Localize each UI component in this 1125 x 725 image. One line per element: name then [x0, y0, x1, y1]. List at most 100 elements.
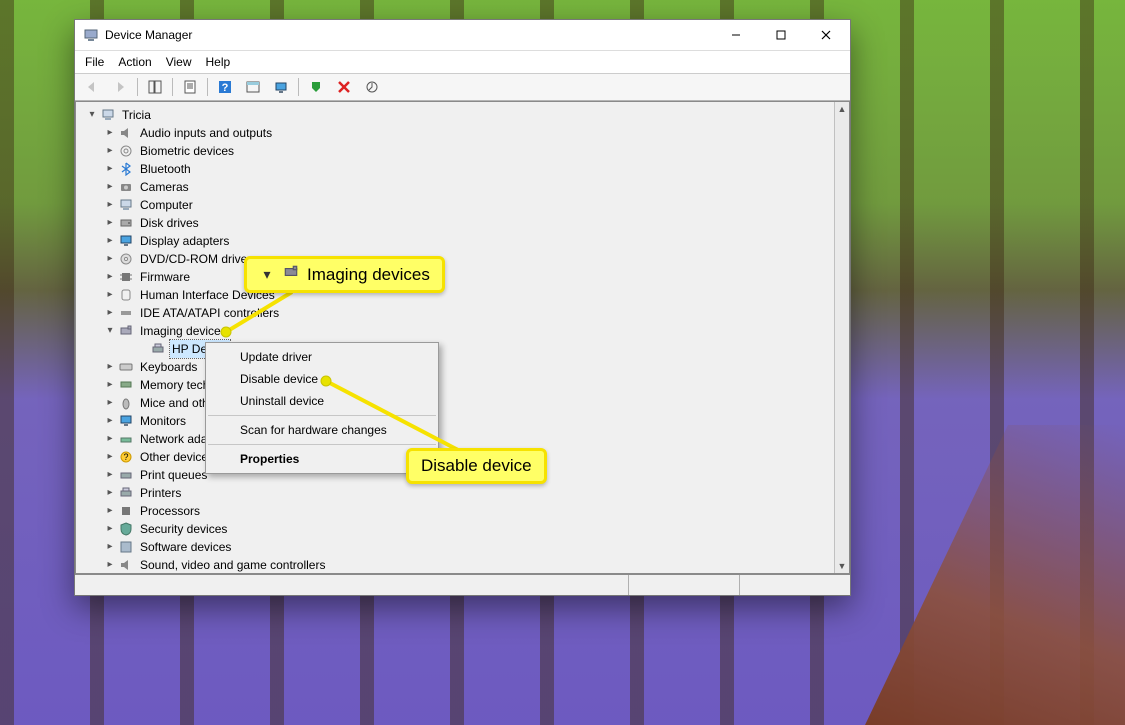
tree-category[interactable]: ▸Keyboards — [82, 358, 835, 376]
chevron-right-icon[interactable]: ▸ — [104, 523, 116, 535]
chevron-right-icon[interactable]: ▸ — [104, 253, 116, 265]
update-driver-button[interactable] — [359, 75, 385, 99]
chevron-right-icon[interactable]: ▸ — [104, 415, 116, 427]
tree-category[interactable]: ▸ Sound, video and game controllers — [82, 556, 835, 573]
chevron-right-icon[interactable]: ▸ — [104, 541, 116, 553]
tree-category[interactable]: ▸DVD/CD-ROM drive — [82, 250, 835, 268]
forward-button[interactable] — [107, 75, 133, 99]
tree-item-label: Monitors — [138, 412, 188, 430]
tree-category[interactable]: ▸Firmware — [82, 268, 835, 286]
chevron-right-icon[interactable]: ▸ — [104, 451, 116, 463]
vertical-scrollbar[interactable]: ▲ ▼ — [834, 102, 849, 573]
chevron-right-icon[interactable]: ▸ — [104, 127, 116, 139]
chevron-right-icon[interactable]: ▸ — [104, 163, 116, 175]
chevron-right-icon[interactable]: ▸ — [104, 361, 116, 373]
cm-label: Scan for hardware changes — [240, 423, 387, 437]
annotation-callout-disable: Disable device — [406, 448, 547, 484]
chevron-right-icon[interactable]: ▸ — [104, 199, 116, 211]
svg-text:?: ? — [123, 452, 128, 462]
chevron-down-icon[interactable]: ▾ — [104, 325, 116, 337]
cm-label: Uninstall device — [240, 394, 324, 408]
tree-category[interactable]: ▸ Mice and oth — [82, 394, 835, 412]
tree-category[interactable]: ▸Security devices — [82, 520, 835, 538]
chevron-down-icon[interactable]: ▾ — [86, 109, 98, 121]
tree-category-imaging[interactable]: ▾Imaging devices — [82, 322, 835, 340]
tree-category[interactable]: ▸Disk drives — [82, 214, 835, 232]
tree-category[interactable]: ▸Processors — [82, 502, 835, 520]
tree-category[interactable]: ▸Display adapters — [82, 232, 835, 250]
chevron-right-icon[interactable]: ▸ — [104, 289, 116, 301]
titlebar[interactable]: Device Manager — [75, 20, 850, 51]
device-tree[interactable]: ▾ Tricia ▸Audio inputs and outputs ▸ Biom… — [76, 102, 835, 573]
chevron-right-icon[interactable]: ▸ — [104, 487, 116, 499]
chevron-right-icon[interactable]: ▸ — [104, 235, 116, 247]
cm-properties[interactable]: Properties — [206, 448, 438, 470]
annotation-callout-imaging: ▾ Imaging devices — [244, 256, 445, 293]
cm-label: Update driver — [240, 350, 312, 364]
printer-icon — [118, 485, 134, 501]
cm-label: Properties — [240, 452, 299, 466]
computer-icon — [100, 107, 116, 123]
tree-category[interactable]: ▸Bluetooth — [82, 160, 835, 178]
tree-category[interactable]: ▸ Biometric devices — [82, 142, 835, 160]
scroll-up-icon[interactable]: ▲ — [835, 102, 849, 116]
network-icon — [118, 431, 134, 447]
cm-disable-device[interactable]: Disable device — [206, 368, 438, 390]
cm-scan-hardware[interactable]: Scan for hardware changes — [206, 419, 438, 441]
chevron-right-icon[interactable]: ▸ — [104, 559, 116, 571]
tree-item-label: Memory tech — [138, 376, 211, 394]
menu-view[interactable]: View — [166, 55, 192, 69]
hid-icon — [118, 287, 134, 303]
scroll-down-icon[interactable]: ▼ — [835, 559, 849, 573]
back-button[interactable] — [79, 75, 105, 99]
tree-category[interactable]: ▸Human Interface Devices — [82, 286, 835, 304]
tree-category[interactable]: ▸Cameras — [82, 178, 835, 196]
chevron-right-icon[interactable]: ▸ — [104, 379, 116, 391]
chevron-right-icon[interactable]: ▸ — [104, 433, 116, 445]
tree-category[interactable]: ▸ Software devices — [82, 538, 835, 556]
chevron-right-icon[interactable]: ▸ — [104, 397, 116, 409]
tree-category[interactable]: ▸ Memory tech — [82, 376, 835, 394]
properties-button[interactable] — [177, 75, 203, 99]
enable-device-button[interactable] — [303, 75, 329, 99]
disable-device-button[interactable] — [331, 75, 357, 99]
tree-category[interactable]: ▸Network adap — [82, 430, 835, 448]
scan-hardware-button[interactable] — [268, 75, 294, 99]
tree-item-label: Sound, video and game controllers — [138, 556, 327, 573]
tree-category[interactable]: ▸Audio inputs and outputs — [82, 124, 835, 142]
cm-uninstall-device[interactable]: Uninstall device — [206, 390, 438, 412]
tree-category[interactable]: ▸Printers — [82, 484, 835, 502]
memory-icon — [118, 377, 134, 393]
chevron-right-icon[interactable]: ▸ — [104, 307, 116, 319]
camera-icon — [118, 179, 134, 195]
tree-item-label: Software devices — [138, 538, 233, 556]
maximize-button[interactable] — [758, 21, 803, 50]
toolbar-icon[interactable] — [240, 75, 266, 99]
cm-label: Disable device — [240, 372, 318, 386]
menu-help[interactable]: Help — [206, 55, 231, 69]
minimize-button[interactable] — [713, 21, 758, 50]
chevron-right-icon[interactable]: ▸ — [104, 145, 116, 157]
tree-category[interactable]: ▸Computer — [82, 196, 835, 214]
chevron-right-icon[interactable]: ▸ — [104, 181, 116, 193]
tree-category[interactable]: ▸ Monitors — [82, 412, 835, 430]
bluetooth-icon — [118, 161, 134, 177]
tree-category[interactable]: ▸IDE ATA/ATAPI controllers — [82, 304, 835, 322]
chevron-right-icon[interactable]: ▸ — [104, 271, 116, 283]
show-hide-tree-button[interactable] — [142, 75, 168, 99]
cm-update-driver[interactable]: Update driver — [206, 346, 438, 368]
menu-action[interactable]: Action — [118, 55, 151, 69]
tree-item-label: Mice and oth — [138, 394, 211, 412]
chevron-right-icon[interactable]: ▸ — [104, 217, 116, 229]
close-button[interactable] — [803, 21, 848, 50]
help-button[interactable]: ? — [212, 75, 238, 99]
mouse-icon — [118, 395, 134, 411]
window-title: Device Manager — [105, 28, 713, 42]
tree-root[interactable]: ▾ Tricia — [82, 106, 835, 124]
chevron-right-icon[interactable]: ▸ — [104, 505, 116, 517]
menu-file[interactable]: File — [85, 55, 104, 69]
print-queue-icon — [118, 467, 134, 483]
chevron-right-icon[interactable]: ▸ — [104, 469, 116, 481]
tree-item-label: Biometric devices — [138, 142, 236, 160]
tree-device-hp[interactable]: HP Deskje — [82, 340, 835, 358]
